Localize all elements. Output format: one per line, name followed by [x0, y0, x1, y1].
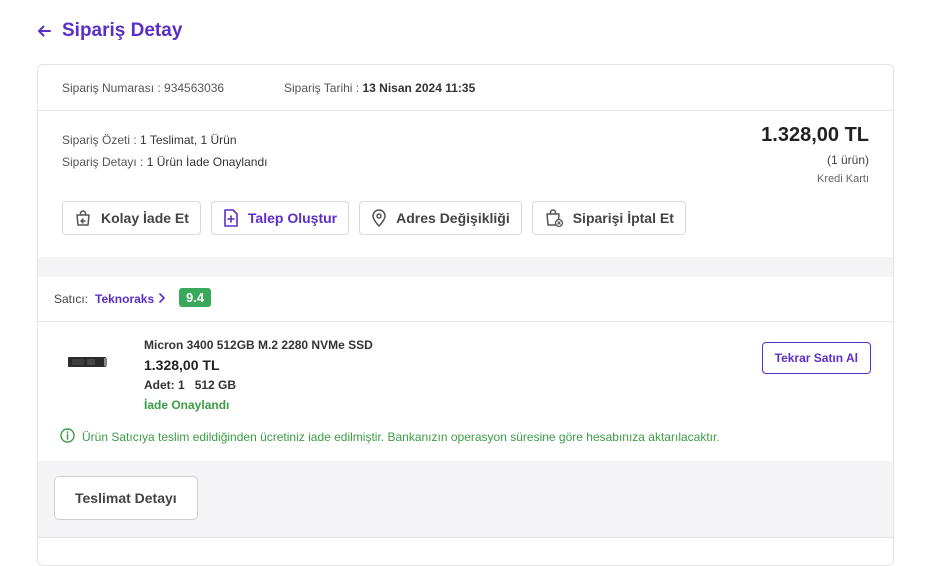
refund-notice: Ürün Satıcıya teslim edildiğinden ücreti…: [60, 428, 720, 446]
add-document-icon: [223, 209, 239, 227]
delivery-detail-button[interactable]: Teslimat Detayı: [54, 476, 198, 520]
order-summary: Sipariş Özeti : 1 Teslimat, 1 Ürün Sipar…: [62, 129, 267, 173]
return-status: İade Onaylandı: [144, 398, 230, 412]
seller-link[interactable]: Teknoraks: [95, 292, 166, 306]
cancel-order-label: Siparişi İptal Et: [572, 210, 674, 226]
order-actions: Kolay İade Et Talep Oluştur Adres Değişi…: [62, 201, 686, 235]
back-arrow-icon[interactable]: [36, 23, 52, 39]
total-price: 1.328,00 TL: [761, 124, 869, 146]
rebuy-button[interactable]: Tekrar Satın Al: [761, 342, 871, 374]
product-item: Micron 3400 512GB M.2 2280 NVMe SSD 1.32…: [38, 322, 893, 462]
payment-method: Kredi Kartı: [817, 173, 869, 185]
easy-return-label: Kolay İade Et: [101, 210, 189, 226]
location-pin-icon: [371, 209, 387, 227]
section-divider: [38, 257, 893, 277]
order-date: Sipariş Tarihi : 13 Nisan 2024 11:35: [284, 81, 475, 95]
product-name[interactable]: Micron 3400 512GB M.2 2280 NVMe SSD: [144, 338, 373, 352]
detail-value: 1 Ürün İade Onaylandı: [146, 155, 268, 169]
order-meta: Sipariş Numarası : 934563036 Sipariş Tar…: [38, 65, 893, 111]
seller-row: Satıcı: Teknoraks 9.4: [38, 277, 893, 322]
summary-label: Sipariş Özeti :: [62, 133, 141, 147]
address-change-label: Adres Değişikliği: [396, 210, 510, 226]
order-card: Sipariş Numarası : 934563036 Sipariş Tar…: [37, 64, 894, 566]
order-number: Sipariş Numarası : 934563036: [62, 81, 224, 95]
summary-line: Sipariş Özeti : 1 Teslimat, 1 Ürün: [62, 129, 267, 151]
chevron-right-icon: [158, 292, 166, 306]
order-number-label: Sipariş Numarası :: [62, 81, 165, 95]
refund-notice-text: Ürün Satıcıya teslim edildiğinden ücreti…: [82, 430, 720, 444]
create-request-label: Talep Oluştur: [247, 210, 338, 226]
product-price: 1.328,00 TL: [144, 357, 220, 373]
create-request-button[interactable]: Talep Oluştur: [210, 201, 350, 235]
detail-line: Sipariş Detayı : 1 Ürün İade Onaylandı: [62, 151, 267, 173]
page-header: Sipariş Detay: [36, 20, 182, 42]
info-icon: [60, 428, 75, 446]
cancel-bag-icon: [544, 208, 564, 228]
order-date-value: 13 Nisan 2024 11:35: [362, 81, 476, 95]
seller-name: Teknoraks: [95, 292, 155, 306]
product-info: Micron 3400 512GB M.2 2280 NVMe SSD 1.32…: [144, 338, 373, 412]
return-bag-icon: [74, 209, 92, 227]
order-date-label: Sipariş Tarihi :: [284, 81, 363, 95]
cancel-order-button[interactable]: Siparişi İptal Et: [531, 201, 686, 235]
order-number-value: 934563036: [164, 81, 225, 95]
product-variant: 512 GB: [194, 378, 237, 392]
price-block: 1.328,00 TL (1 ürün) Kredi Kartı: [761, 124, 869, 185]
detail-label: Sipariş Detayı :: [62, 155, 147, 169]
easy-return-button[interactable]: Kolay İade Et: [62, 201, 201, 235]
product-quantity: Adet: 1 512 GB: [144, 378, 373, 392]
quantity-value: 1: [178, 378, 185, 392]
delivery-section: Teslimat Detayı: [38, 461, 893, 538]
product-image[interactable]: [68, 355, 108, 367]
page-title: Sipariş Detay: [62, 20, 183, 41]
seller-label: Satıcı:: [54, 292, 89, 306]
address-change-button[interactable]: Adres Değişikliği: [359, 201, 522, 235]
seller-score-badge: 9.4: [179, 288, 212, 307]
item-count: (1 ürün): [826, 153, 869, 167]
quantity-label: Adet:: [144, 378, 178, 392]
summary-value: 1 Teslimat, 1 Ürün: [140, 133, 237, 147]
